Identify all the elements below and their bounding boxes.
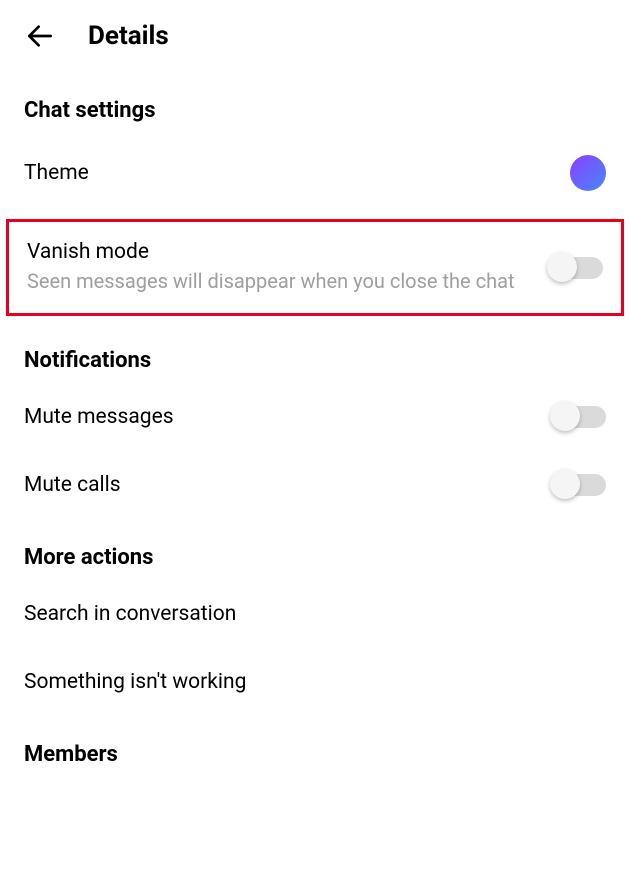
- vanish-mode-toggle[interactable]: [549, 257, 603, 279]
- vanish-mode-description: Seen messages will disappear when you cl…: [27, 268, 549, 295]
- mute-calls-toggle[interactable]: [552, 474, 606, 496]
- vanish-mode-row[interactable]: Vanish mode Seen messages will disappear…: [9, 222, 621, 313]
- toggle-knob: [550, 469, 580, 499]
- theme-color-indicator: [570, 155, 606, 191]
- mute-calls-label: Mute calls: [24, 473, 552, 497]
- theme-label: Theme: [24, 161, 570, 185]
- section-chat-settings: Chat settings: [0, 72, 630, 133]
- section-notifications: Notifications: [0, 322, 630, 383]
- mute-messages-row[interactable]: Mute messages: [0, 383, 630, 451]
- section-more-actions: More actions: [0, 519, 630, 580]
- report-problem-button[interactable]: Something isn't working: [0, 648, 630, 716]
- toggle-knob: [547, 252, 577, 282]
- search-conversation-button[interactable]: Search in conversation: [0, 580, 630, 648]
- section-members: Members: [0, 716, 630, 777]
- vanish-mode-highlight: Vanish mode Seen messages will disappear…: [6, 219, 624, 316]
- mute-calls-row[interactable]: Mute calls: [0, 451, 630, 519]
- back-arrow-icon[interactable]: [24, 20, 56, 52]
- theme-row[interactable]: Theme: [0, 133, 630, 213]
- header: Details: [0, 0, 630, 72]
- mute-messages-label: Mute messages: [24, 405, 552, 429]
- mute-messages-toggle[interactable]: [552, 406, 606, 428]
- page-title: Details: [88, 21, 169, 51]
- toggle-knob: [550, 401, 580, 431]
- vanish-mode-label: Vanish mode: [27, 240, 549, 264]
